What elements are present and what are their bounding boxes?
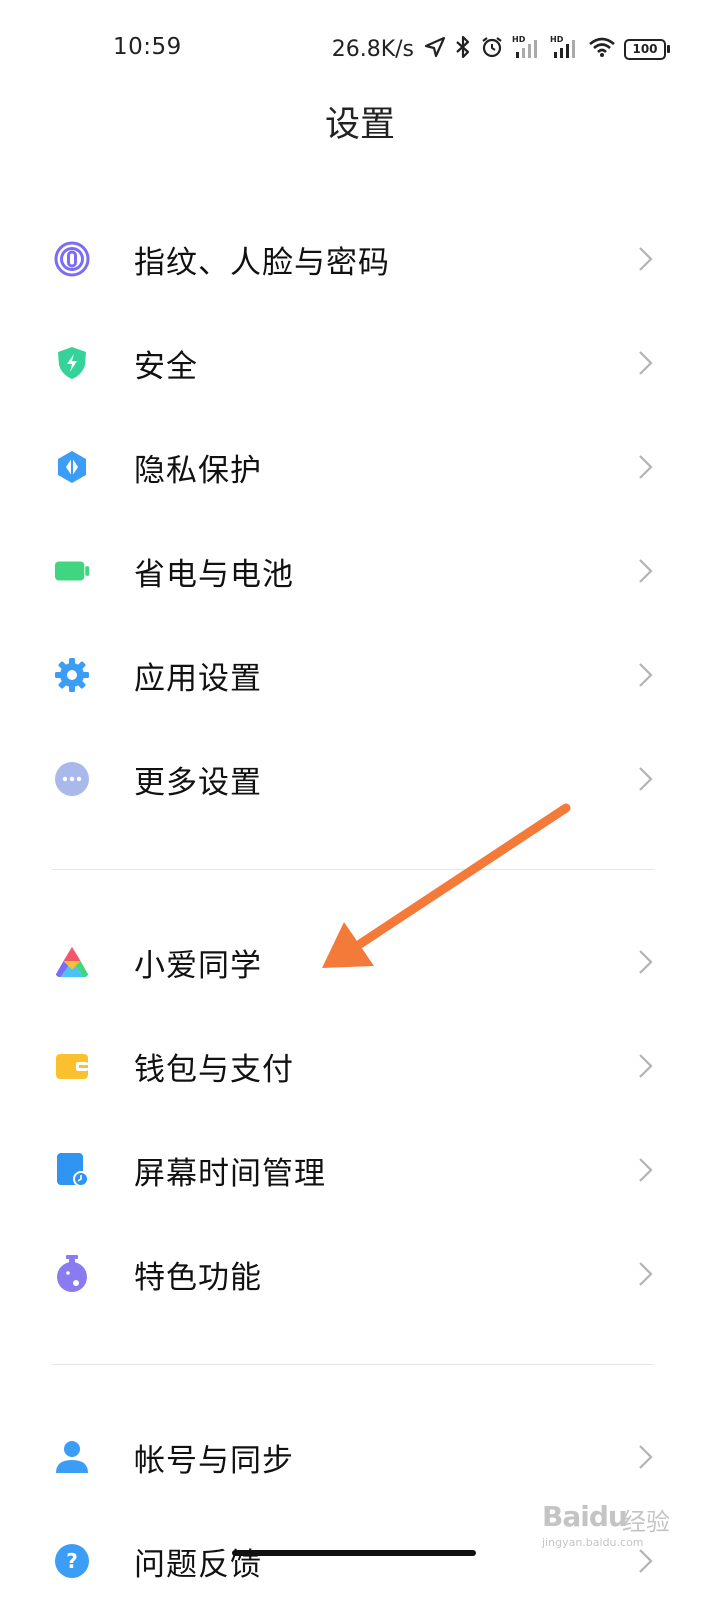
- baidu-watermark: Baidu 经验 jingyan.baidu.com: [540, 1492, 700, 1552]
- watermark-brand-cn: 经验: [622, 1508, 670, 1536]
- home-indicator[interactable]: [232, 1550, 476, 1556]
- watermark-brand: Baidu: [542, 1500, 628, 1533]
- watermark-url: jingyan.baidu.com: [542, 1536, 644, 1549]
- annotation-arrow: [322, 803, 571, 968]
